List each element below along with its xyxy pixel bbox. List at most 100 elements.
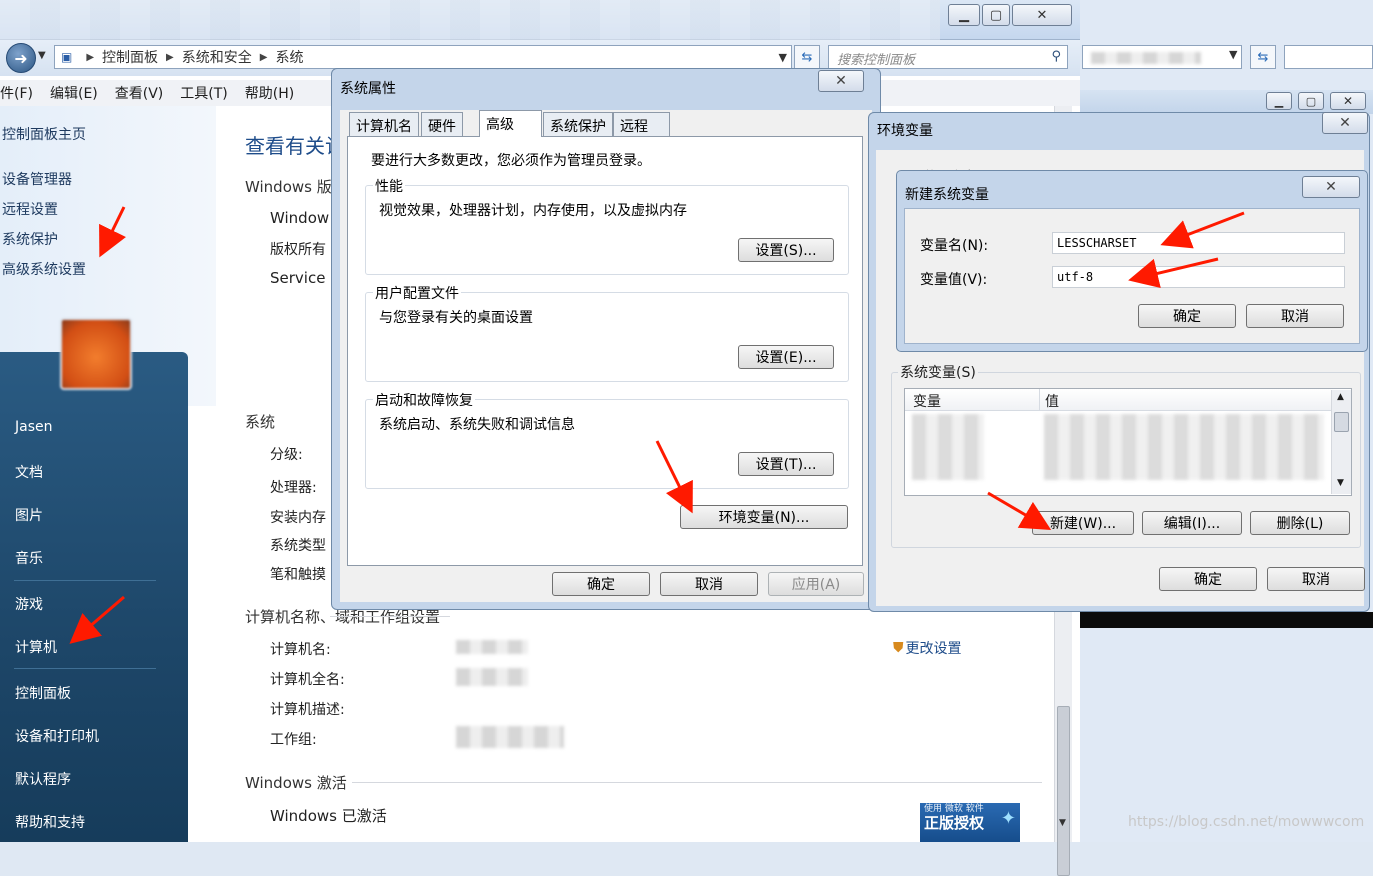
tab-system-protection[interactable]: 系统保护 bbox=[543, 112, 613, 136]
background-black-strip bbox=[1075, 612, 1373, 628]
close-icon[interactable]: ✕ bbox=[1322, 112, 1368, 134]
tab-remote[interactable]: 远程 bbox=[613, 112, 670, 136]
link-control-panel-home[interactable]: 控制面板主页 bbox=[2, 124, 86, 144]
scrollbar-thumb[interactable] bbox=[1334, 412, 1349, 432]
search-input[interactable]: 搜索控制面板 ⚲ bbox=[828, 45, 1068, 69]
change-settings-label: 更改设置 bbox=[905, 641, 962, 657]
link-system-protection[interactable]: 系统保护 bbox=[2, 229, 58, 249]
computer-row: 计算机描述: bbox=[270, 702, 345, 718]
genuine-license-badge[interactable]: 使用 微软 软件 正版授权 ✦ bbox=[920, 803, 1020, 842]
menu-help[interactable]: 帮助(H) bbox=[245, 83, 294, 103]
dialog-title: 系统属性 bbox=[340, 81, 396, 97]
edition-row: Service P bbox=[270, 269, 340, 287]
change-settings-link[interactable]: ⛊ 更改设置 bbox=[893, 638, 962, 658]
environment-variables-button[interactable]: 环境变量(N)... bbox=[680, 505, 848, 529]
menu-file[interactable]: 件(F) bbox=[0, 83, 33, 103]
start-item-documents[interactable]: 文档 bbox=[15, 462, 43, 482]
breadcrumb-separator-icon: ▶ bbox=[259, 51, 268, 63]
star-icon: ✦ bbox=[1000, 808, 1016, 829]
background-search-field[interactable] bbox=[1284, 45, 1373, 69]
minimize-icon[interactable]: ▁ bbox=[1266, 92, 1292, 110]
ok-button[interactable]: 确定 bbox=[1159, 567, 1257, 591]
start-item-games[interactable]: 游戏 bbox=[15, 594, 43, 614]
column-header-variable[interactable]: 变量 bbox=[913, 391, 941, 411]
computer-row: 工作组: bbox=[270, 732, 317, 748]
new-variable-button[interactable]: 新建(W)... bbox=[1032, 511, 1134, 535]
address-field[interactable]: ▣ ▶ 控制面板 ▶ 系统和安全 ▶ 系统 ▼ bbox=[54, 45, 792, 69]
computer-row: 计算机名: bbox=[270, 642, 331, 658]
scroll-up-icon[interactable]: ▲ bbox=[1337, 392, 1344, 402]
license-big-text: 正版授权 bbox=[924, 813, 985, 832]
background-address-field[interactable]: ▼ bbox=[1082, 45, 1242, 69]
redacted-value bbox=[456, 668, 528, 686]
link-remote-settings[interactable]: 远程设置 bbox=[2, 199, 58, 219]
close-icon[interactable]: ✕ bbox=[1012, 4, 1072, 26]
variable-name-label: 变量名(N): bbox=[920, 238, 989, 254]
breadcrumb-separator-icon: ▶ bbox=[86, 51, 95, 63]
shield-icon: ⛊ bbox=[893, 640, 904, 656]
dialog-title: 新建系统变量 bbox=[905, 187, 989, 203]
list-scrollbar[interactable]: ▲ ▼ bbox=[1331, 390, 1351, 494]
performance-settings-button[interactable]: 设置(S)... bbox=[738, 238, 834, 262]
edit-variable-button[interactable]: 编辑(I)... bbox=[1142, 511, 1242, 535]
scrollbar-thumb[interactable] bbox=[1057, 706, 1070, 876]
watermark-text: https://blog.csdn.net/mowwwcom bbox=[1128, 814, 1365, 830]
ok-button[interactable]: 确定 bbox=[552, 572, 650, 596]
search-icon[interactable]: ⚲ bbox=[1051, 49, 1061, 64]
start-item-control-panel[interactable]: 控制面板 bbox=[15, 683, 71, 703]
breadcrumb-item[interactable]: 系统 bbox=[275, 47, 303, 67]
system-row: 系统类型 bbox=[270, 538, 326, 554]
cancel-button[interactable]: 取消 bbox=[660, 572, 758, 596]
refresh-icon[interactable]: ⇆ bbox=[794, 45, 820, 69]
cancel-button[interactable]: 取消 bbox=[1267, 567, 1365, 591]
breadcrumb-item[interactable]: 系统和安全 bbox=[182, 47, 252, 67]
start-item-user[interactable]: Jasen bbox=[15, 419, 53, 435]
variable-name-input[interactable]: LESSCHARSET bbox=[1052, 232, 1345, 254]
minimize-icon[interactable]: ▁ bbox=[948, 4, 980, 26]
breadcrumb-item[interactable]: 控制面板 bbox=[102, 47, 158, 67]
start-item-music[interactable]: 音乐 bbox=[15, 548, 43, 568]
variable-value-label: 变量值(V): bbox=[920, 272, 988, 288]
system-row: 分级: bbox=[270, 447, 303, 463]
start-item-default-programs[interactable]: 默认程序 bbox=[15, 769, 71, 789]
maximize-icon[interactable]: ▢ bbox=[1298, 92, 1324, 110]
refresh-icon[interactable]: ⇆ bbox=[1250, 45, 1276, 69]
apply-button[interactable]: 应用(A) bbox=[768, 572, 864, 596]
ok-button[interactable]: 确定 bbox=[1138, 304, 1236, 328]
user-avatar[interactable] bbox=[60, 318, 132, 390]
back-arrow-icon[interactable]: ➜ bbox=[6, 43, 36, 73]
cancel-button[interactable]: 取消 bbox=[1246, 304, 1344, 328]
maximize-icon[interactable]: ▢ bbox=[982, 4, 1010, 26]
history-dropdown-icon[interactable]: ▼ bbox=[38, 50, 46, 61]
link-device-manager[interactable]: 设备管理器 bbox=[2, 169, 72, 189]
tab-hardware[interactable]: 硬件 bbox=[421, 112, 463, 136]
user-profiles-settings-button[interactable]: 设置(E)... bbox=[738, 345, 834, 369]
tab-advanced[interactable]: 高级 bbox=[479, 110, 542, 137]
menu-view[interactable]: 查看(V) bbox=[115, 83, 164, 103]
start-item-devices-printers[interactable]: 设备和打印机 bbox=[15, 726, 99, 746]
start-item-computer[interactable]: 计算机 bbox=[15, 637, 57, 657]
divider bbox=[352, 782, 1042, 783]
close-icon[interactable]: ✕ bbox=[818, 70, 864, 92]
list-header: 变量 值 bbox=[905, 389, 1333, 411]
start-item-pictures[interactable]: 图片 bbox=[15, 505, 43, 525]
startup-recovery-settings-button[interactable]: 设置(T)... bbox=[738, 452, 834, 476]
tab-computer-name[interactable]: 计算机名 bbox=[349, 112, 419, 136]
scroll-down-icon[interactable]: ▼ bbox=[1059, 818, 1066, 828]
menu-tools[interactable]: 工具(T) bbox=[180, 83, 227, 103]
redacted-row bbox=[1044, 414, 1324, 480]
breadcrumb-separator-icon: ▶ bbox=[166, 51, 174, 63]
start-item-help-support[interactable]: 帮助和支持 bbox=[15, 812, 85, 832]
scroll-down-icon[interactable]: ▼ bbox=[1337, 478, 1344, 488]
chevron-down-icon[interactable]: ▼ bbox=[779, 51, 787, 64]
close-icon[interactable]: ✕ bbox=[1330, 92, 1366, 110]
column-header-value[interactable]: 值 bbox=[1045, 391, 1059, 411]
admin-note: 要进行大多数更改，您必须作为管理员登录。 bbox=[371, 153, 651, 169]
menu-edit[interactable]: 编辑(E) bbox=[50, 83, 98, 103]
variable-value-input[interactable]: utf-8 bbox=[1052, 266, 1345, 288]
performance-desc: 视觉效果，处理器计划，内存使用，以及虚拟内存 bbox=[379, 203, 687, 219]
delete-variable-button[interactable]: 删除(L) bbox=[1250, 511, 1350, 535]
close-icon[interactable]: ✕ bbox=[1302, 176, 1360, 198]
control-panel-titlebar: ▁ ▢ ✕ bbox=[0, 0, 1080, 40]
link-advanced-system-settings[interactable]: 高级系统设置 bbox=[2, 259, 86, 279]
